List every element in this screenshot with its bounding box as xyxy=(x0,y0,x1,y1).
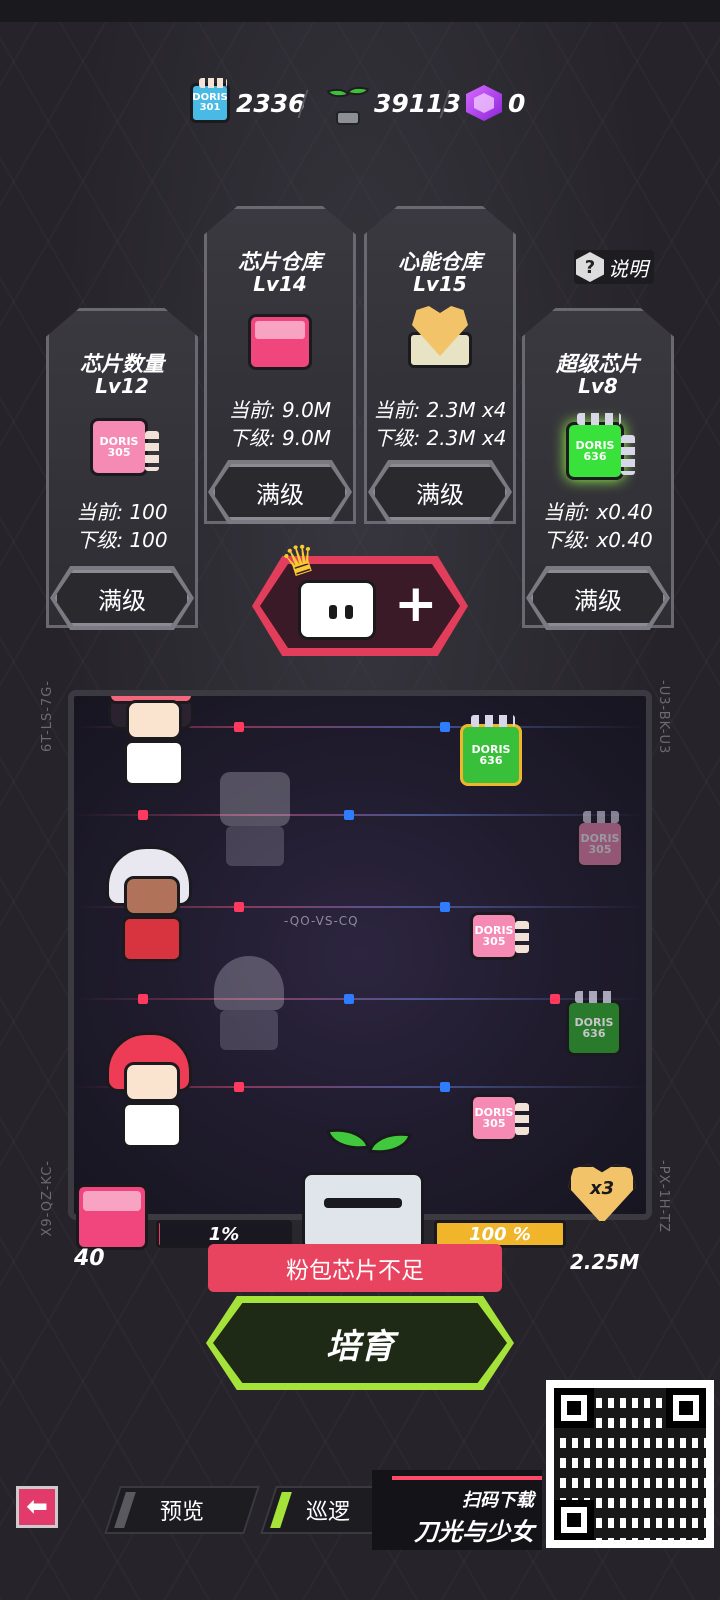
side-code: -PX-1H-TZ xyxy=(656,1160,671,1233)
grow-button[interactable]: 培育 xyxy=(206,1296,514,1390)
arrow-left-icon: ⬅ xyxy=(26,1492,48,1522)
green-chip-icon: DORIS 636 xyxy=(566,413,635,480)
heart-multiplier: x3 xyxy=(590,1178,615,1199)
card-current: 当前: x0.40 xyxy=(543,500,653,524)
chip-label: DORIS 305 xyxy=(580,832,620,856)
character-red-hair xyxy=(100,1032,200,1152)
grow-button-label: 培育 xyxy=(326,1326,394,1367)
max-level-button[interactable]: 满级 xyxy=(372,464,508,520)
card-level: Lv15 xyxy=(413,272,467,296)
card-next: 下级: 2.3M x4 xyxy=(373,426,507,450)
chip-count: 2336 xyxy=(236,88,306,118)
card-level: Lv8 xyxy=(578,374,618,398)
question-icon: ? xyxy=(576,252,604,282)
sprout-resource: 39113 xyxy=(322,78,461,128)
insufficient-chips-warning: 粉包芯片不足 xyxy=(208,1244,502,1292)
chip-label: DORIS 305 xyxy=(474,1106,514,1130)
max-level-button[interactable]: 满级 xyxy=(54,570,190,626)
status-strip xyxy=(0,0,720,22)
card-current: 当前: 9.0M xyxy=(228,398,332,422)
promo-game-logo: 刀光与少女 xyxy=(414,1518,534,1546)
chip-label: DORIS 636 xyxy=(471,743,511,767)
pink-box-icon xyxy=(248,310,312,374)
chip-label: DORIS 636 xyxy=(574,1016,614,1040)
add-slot-button[interactable]: ♛ + xyxy=(252,534,468,656)
card-current: 当前: 100 xyxy=(76,500,168,524)
card-current: 当前: 2.3M x4 xyxy=(373,398,507,422)
download-promo: 扫码下载 刀光与少女 xyxy=(372,1470,542,1550)
center-code: -QO-VS-CQ xyxy=(284,914,359,928)
chip-progress-text: 1% xyxy=(208,1223,240,1245)
tab-preview-label: 预览 xyxy=(159,1500,204,1525)
chip-label: DORIS 636 xyxy=(575,439,615,463)
side-code: 6T-LS-7G- xyxy=(40,680,55,752)
pink-box-icon xyxy=(76,1184,148,1250)
gem-resource: 0 xyxy=(464,78,525,128)
max-level-button[interactable]: 满级 xyxy=(212,464,348,520)
tab-preview[interactable]: 预览 xyxy=(104,1486,260,1534)
card-next: 下级: 9.0M xyxy=(228,426,332,450)
card-next: 下级: 100 xyxy=(76,528,168,552)
pink-box-count: 40 xyxy=(74,1246,105,1271)
chip-label: DORIS 305 xyxy=(474,924,514,948)
back-button[interactable]: ⬅ xyxy=(16,1486,58,1528)
card-level: Lv14 xyxy=(253,272,307,296)
heart-progress-text: 100 % xyxy=(469,1223,531,1245)
side-code: -U3-BK-U3 xyxy=(656,680,671,755)
green-chip: DORIS 636 xyxy=(460,715,522,786)
character-white-hair xyxy=(100,846,200,966)
ghost-pet xyxy=(210,752,300,872)
promo-line1: 扫码下载 xyxy=(462,1490,534,1511)
qr-code xyxy=(546,1380,714,1548)
pink-chip-faded: DORIS 305 xyxy=(576,811,624,868)
card-heart-storage: 心能仓库 Lv15 当前: 2.3M x4 下级: 2.3M x4 满级 xyxy=(364,206,516,524)
pink-chip: DORIS 305 xyxy=(470,1094,529,1142)
heart-box-icon xyxy=(408,306,472,370)
card-chip-storage: 芯片仓库 Lv14 当前: 9.0M 下级: 9.0M 满级 xyxy=(204,206,356,524)
purple-gem-icon xyxy=(464,83,504,123)
heart-icon: x3 xyxy=(568,1164,636,1224)
chip-label: DORIS 305 xyxy=(99,435,139,459)
max-level-button[interactable]: 满级 xyxy=(530,570,666,626)
incubator-machine xyxy=(288,1122,438,1252)
chip-resource: DORIS 301 2336 xyxy=(190,78,306,128)
chip-icon-label: DORIS 301 xyxy=(192,92,228,113)
card-chip-count: 芯片数量 Lv12 DORIS 305 当前: 100 下级: 100 满级 xyxy=(46,308,198,630)
card-next: 下级: x0.40 xyxy=(543,528,653,552)
pet-face-icon xyxy=(298,580,376,640)
green-chip-dim: DORIS 636 xyxy=(566,991,622,1056)
resource-bar: DORIS 301 2336 39113 0 xyxy=(0,78,720,128)
ghost-character xyxy=(204,936,294,1056)
help-button[interactable]: ? 说明 xyxy=(574,250,654,284)
chip-icon: DORIS 301 xyxy=(190,78,230,123)
side-code: X9-QZ-KC- xyxy=(40,1160,55,1237)
sprout-icon xyxy=(322,79,372,127)
card-level: Lv12 xyxy=(95,374,149,398)
tab-patrol-label: 巡逻 xyxy=(305,1500,350,1525)
heart-amount: 2.25M xyxy=(570,1250,640,1274)
plus-icon: + xyxy=(394,574,438,634)
pink-chip: DORIS 305 xyxy=(470,912,529,960)
card-super-chip: 超级芯片 Lv8 DORIS 636 当前: x0.40 下级: x0.40 满… xyxy=(522,308,674,630)
gem-count: 0 xyxy=(508,88,526,118)
character-pink-beanie xyxy=(102,696,202,790)
pink-chip-icon: DORIS 305 xyxy=(90,412,159,476)
help-label: 说明 xyxy=(608,256,648,281)
